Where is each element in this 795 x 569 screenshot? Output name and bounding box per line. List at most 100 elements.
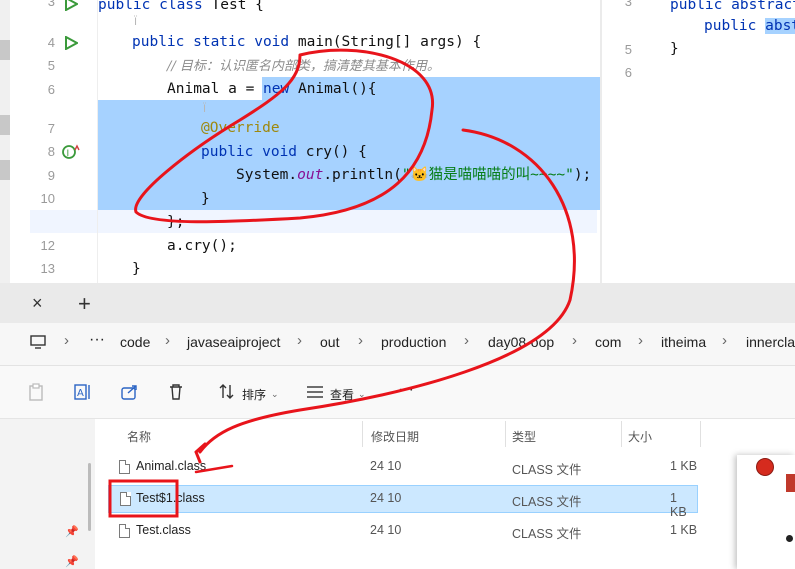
bullet-icon: [786, 535, 793, 542]
override-method-icon[interactable]: I: [62, 144, 80, 160]
code-line-3: public class Test {: [98, 0, 264, 13]
chevron-down-icon: ⌄: [358, 389, 366, 399]
code-line-11: };: [167, 214, 185, 230]
file-date: 24 10: [370, 523, 402, 537]
line-number: 4: [47, 35, 55, 50]
popup-badge: [786, 474, 795, 492]
run-icon[interactable]: [64, 0, 78, 11]
code-line-13: }: [132, 261, 141, 277]
line-number: 3: [624, 0, 632, 9]
line-number: 5: [47, 58, 55, 73]
line-number: 3: [47, 0, 55, 9]
navigation-pane[interactable]: [0, 419, 95, 569]
line-number: 5: [624, 42, 632, 57]
inlay-hint: Ï: [134, 16, 138, 28]
code-line-6: Animal a = new Animal(){: [167, 81, 377, 97]
record-icon[interactable]: [756, 458, 774, 476]
more-options-button[interactable]: ···: [398, 381, 414, 399]
code-line-8: public void cry() {: [201, 144, 367, 160]
pin-icon[interactable]: 📌: [65, 555, 79, 568]
file-date: 24 10: [370, 491, 402, 505]
line-number: 12: [40, 238, 55, 253]
breadcrumb-chevron-icon: ›: [638, 332, 643, 349]
paste-icon[interactable]: [28, 383, 44, 401]
file-row[interactable]: Animal.class 24 10 CLASS 文件 1 KB: [108, 453, 698, 481]
rename-icon[interactable]: A: [74, 383, 92, 401]
split-editor-pane[interactable]: 3 5 6 public abstract public abst }: [602, 0, 795, 283]
inlay-hint: Ï: [203, 103, 207, 115]
line-number: 9: [47, 168, 55, 183]
column-divider[interactable]: [621, 421, 622, 447]
breadcrumb-chevron-icon: ›: [64, 332, 69, 349]
file-size: 1 KB: [670, 491, 687, 519]
run-icon[interactable]: [64, 36, 78, 50]
view-icon[interactable]: [306, 383, 324, 401]
new-tab-icon[interactable]: +: [78, 291, 91, 317]
line-number: 13: [40, 261, 55, 276]
tab-bar: [0, 283, 795, 323]
breadcrumb-more[interactable]: ···: [89, 331, 105, 349]
indent-guide: [97, 0, 98, 283]
code-line-9: System.out.println("🐱猫是喵喵喵的叫~~~~");: [236, 167, 592, 183]
file-name: Test.class: [136, 523, 191, 537]
column-header-name[interactable]: 名称: [127, 428, 151, 445]
view-button[interactable]: 查看: [330, 386, 354, 403]
line-number: 6: [624, 65, 632, 80]
breadcrumb-item[interactable]: itheima: [661, 334, 706, 350]
breadcrumb-chevron-icon: ›: [297, 332, 302, 349]
nav-scrollbar[interactable]: [88, 463, 91, 531]
svg-text:I: I: [67, 149, 70, 159]
file-name: Animal.class: [136, 459, 207, 473]
line-number: 6: [47, 82, 55, 97]
file-explorer-window[interactable]: × + › ··· code › javaseaiproject › out ›…: [0, 283, 795, 569]
file-type: CLASS 文件: [512, 463, 582, 477]
pin-icon[interactable]: 📌: [65, 525, 79, 538]
close-tab-icon[interactable]: ×: [32, 293, 43, 314]
breadcrumb-chevron-icon: ›: [358, 332, 363, 349]
file-size: 1 KB: [670, 459, 698, 473]
column-divider[interactable]: [700, 421, 701, 447]
column-header-modified[interactable]: 修改日期: [371, 428, 419, 445]
code-line-5-comment: // 目标：认识匿名内部类，搞清楚其基本作用。: [167, 59, 440, 74]
breadcrumb-item[interactable]: code: [120, 334, 150, 350]
file-date: 24 10: [370, 459, 402, 473]
breadcrumb-item[interactable]: out: [320, 334, 339, 350]
code-line-4: public static void main(String[] args) {: [132, 34, 482, 50]
file-type: CLASS 文件: [512, 495, 582, 509]
delete-icon[interactable]: [168, 383, 184, 401]
breadcrumb-item[interactable]: javaseaiproject: [187, 334, 280, 350]
breadcrumb-chevron-icon: ›: [572, 332, 577, 349]
file-row[interactable]: Test.class 24 10 CLASS 文件 1 KB: [108, 517, 698, 545]
sort-button[interactable]: 排序: [242, 386, 266, 403]
caret-line-highlight: [30, 210, 597, 233]
breadcrumb-chevron-icon: ›: [464, 332, 469, 349]
file-size: 1 KB: [670, 523, 698, 537]
code-line-10: }: [201, 191, 210, 207]
file-name: Test$1.class: [136, 491, 205, 505]
file-icon: [119, 524, 130, 538]
sort-icon[interactable]: [218, 383, 236, 401]
code-line: }: [670, 41, 679, 57]
breadcrumb-chevron-icon: ›: [722, 332, 727, 349]
breadcrumb-item[interactable]: day08-oop: [488, 334, 554, 350]
file-icon: [119, 460, 130, 474]
breadcrumb-chevron-icon: ›: [165, 332, 170, 349]
share-icon[interactable]: [121, 383, 139, 401]
computer-icon[interactable]: [30, 335, 46, 349]
code-line: public abst: [704, 15, 795, 38]
code-editor[interactable]: 3 4 5 6 7 8 9 10 11 12 13 I public class…: [0, 0, 795, 283]
column-divider[interactable]: [362, 421, 363, 447]
line-number: 8: [47, 144, 55, 159]
file-type: CLASS 文件: [512, 527, 582, 541]
column-header-size[interactable]: 大小: [628, 428, 652, 445]
column-divider[interactable]: [505, 421, 506, 447]
svg-text:A: A: [77, 388, 84, 399]
breadcrumb-item[interactable]: innercla: [746, 334, 795, 350]
column-header-type[interactable]: 类型: [512, 428, 536, 445]
line-number: 10: [40, 191, 55, 206]
file-row-selected[interactable]: Test$1.class 24 10 CLASS 文件 1 KB: [108, 485, 698, 519]
breadcrumb-item[interactable]: com: [595, 334, 621, 350]
file-icon: [120, 492, 131, 506]
breadcrumb-item[interactable]: production: [381, 334, 446, 350]
line-number: 7: [47, 121, 55, 136]
